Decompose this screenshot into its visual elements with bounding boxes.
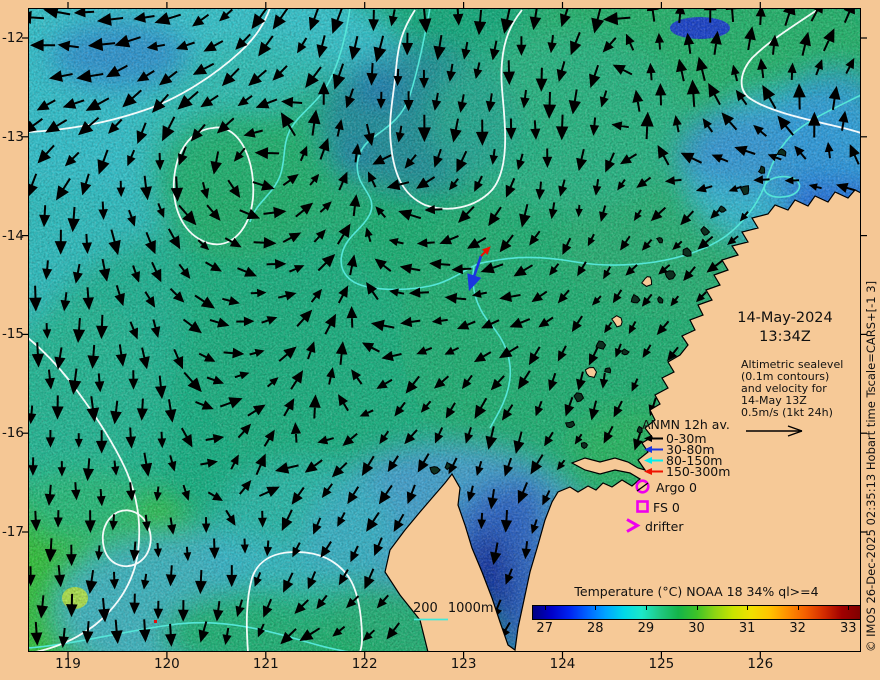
colorbar-title: Temperature (°C) NOAA 18 34% ql>=4 — [574, 584, 819, 599]
y-tick-label: -12 — [1, 30, 24, 46]
colorbar-tick-label: 31 — [738, 621, 756, 636]
colorbar-tick — [595, 606, 597, 610]
colorbar-tick — [696, 606, 698, 610]
argo-label: Argo 0 — [656, 480, 697, 495]
current-arrow-icon — [644, 468, 663, 475]
drifter-symbol-icon — [626, 518, 641, 533]
colorbar-tick-label: 33 — [840, 621, 857, 636]
colorbar-tick — [544, 606, 546, 610]
x-tick-label: 121 — [252, 656, 279, 672]
map-datetime-time: 13:34Z — [759, 329, 811, 345]
x-tick-label: 120 — [154, 656, 180, 672]
isobath-legend-label: 200 1000m — [413, 601, 504, 616]
x-tick-label: 122 — [351, 656, 378, 672]
info-line: and velocity for — [741, 381, 827, 395]
colorbar-tick-label: 28 — [587, 621, 604, 636]
current-arrow-icon — [644, 457, 663, 464]
x-tick-label: 126 — [747, 656, 774, 672]
figure-root: 14-May-2024 13:34Z Altimetric sealevel (… — [0, 0, 880, 680]
credit-text: © IMOS 26-Dec-2025 02:35:13 Hobart time … — [864, 280, 878, 652]
anmn-depth-label: 150-300m — [666, 464, 731, 479]
drifter-label: drifter — [645, 519, 684, 534]
colorbar-tick-label: 32 — [789, 621, 806, 636]
colorbar-tick-label: 30 — [688, 621, 705, 636]
island — [604, 367, 612, 374]
altimetric-info-text: Altimetric sealevel (0.1m contours) and … — [741, 359, 843, 419]
y-tick-label: -15 — [1, 326, 24, 343]
current-arrow-icon — [644, 446, 663, 453]
red-marker — [154, 620, 157, 623]
current-arrow-icon — [644, 435, 663, 442]
fs-symbol-icon — [636, 500, 649, 513]
info-line: 0.5m/s (1kt 24h) — [741, 405, 833, 419]
argo-symbol-icon — [635, 479, 650, 494]
colorbar-tick — [797, 606, 799, 610]
colorbar-tick-label: 27 — [536, 621, 553, 636]
anmn-legend-title: ANMN 12h av. — [642, 417, 730, 432]
colorbar-tick — [747, 606, 749, 610]
isobath-200-label: 200 — [413, 601, 438, 616]
y-tick-label: -17 — [1, 524, 24, 540]
colorbar-tick — [848, 606, 850, 610]
x-tick-label: 123 — [450, 656, 477, 672]
y-tick-label: -14 — [1, 227, 24, 244]
velocity-scale-arrow — [746, 425, 803, 437]
x-tick-label: 125 — [648, 656, 675, 672]
colorbar-tick — [645, 606, 647, 610]
x-tick-label: 119 — [55, 656, 81, 672]
fs-label: FS 0 — [653, 500, 680, 515]
y-tick-label: -16 — [1, 425, 24, 442]
isobath-1000-label: 1000m — [447, 601, 494, 616]
map-datetime-date: 14-May-2024 — [737, 310, 833, 326]
island — [580, 441, 588, 450]
x-tick-label: 124 — [549, 656, 576, 672]
y-tick-label: -13 — [1, 128, 24, 145]
info-line: 14-May 13Z — [741, 393, 807, 407]
colorbar-tick-label: 29 — [637, 621, 655, 636]
